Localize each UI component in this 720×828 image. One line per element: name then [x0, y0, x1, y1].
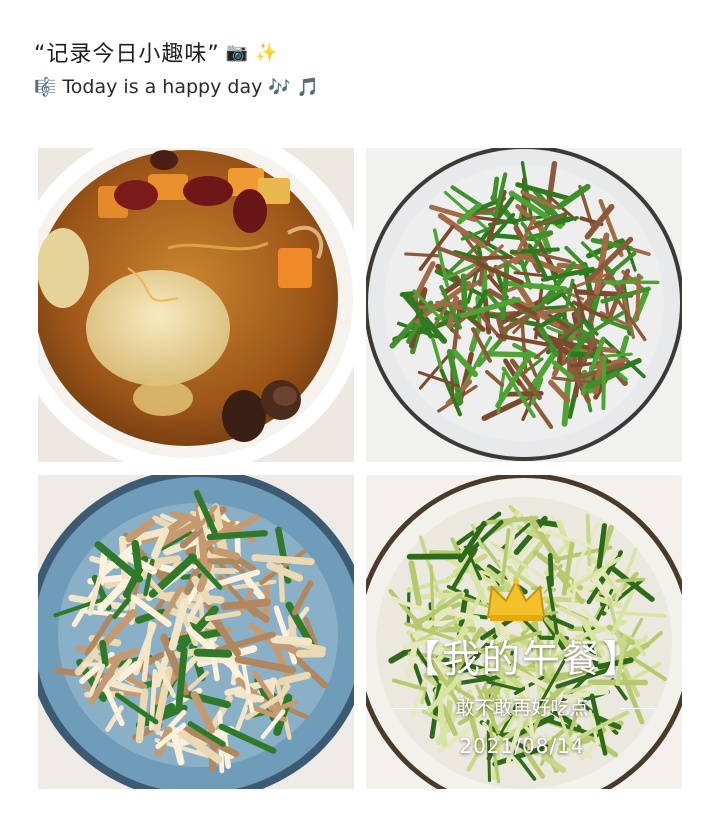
- photo-chicken-soup: [38, 148, 354, 462]
- texture-stroke: [206, 530, 268, 541]
- photo-mushroom-pork: [38, 475, 354, 789]
- texture-stroke: [569, 351, 597, 358]
- overlay-title: 【我的午餐】: [401, 637, 642, 681]
- overlay-subtitle: 敢不敢再好吃点: [455, 697, 589, 719]
- crown-icon: [486, 578, 546, 621]
- texture-stroke: [131, 539, 143, 575]
- texture-stroke: [460, 273, 468, 311]
- texture-stroke: [278, 564, 285, 603]
- camera-icon: 📷: [225, 41, 250, 63]
- texture-stroke: [469, 254, 513, 261]
- texture-stroke: [547, 552, 554, 587]
- texture-stroke: [99, 639, 109, 667]
- texture-stroke: [193, 648, 233, 658]
- texture-stroke: [601, 355, 607, 411]
- texture-stroke: [635, 273, 641, 321]
- texture-stroke: [251, 554, 315, 566]
- subtitle-text: Today is a happy day: [62, 76, 263, 98]
- texture-stroke: [561, 380, 572, 427]
- overlay-divider-right: [620, 708, 656, 709]
- texture-stroke: [491, 176, 500, 203]
- title-text: “记录今日小趣味”: [34, 42, 220, 67]
- sparkles-icon: ✨: [255, 41, 279, 63]
- texture-stroke: [585, 514, 592, 567]
- music-score-icon: 🎼: [34, 76, 57, 98]
- texture-stroke: [270, 635, 313, 646]
- music-notes-icon: 🎶: [268, 76, 291, 98]
- photo-pork-pepper: [366, 148, 682, 462]
- overlay-date: 2021/08/14: [459, 734, 585, 758]
- page-subtitle: 🎼 Today is a happy day 🎶 🎵: [34, 76, 319, 98]
- texture-stroke: [482, 351, 536, 358]
- music-note-icon: 🎵: [296, 76, 320, 98]
- texture-stroke: [220, 598, 272, 611]
- texture-stroke: [615, 577, 646, 583]
- page-title: “记录今日小趣味” 📷 ✨: [34, 36, 279, 68]
